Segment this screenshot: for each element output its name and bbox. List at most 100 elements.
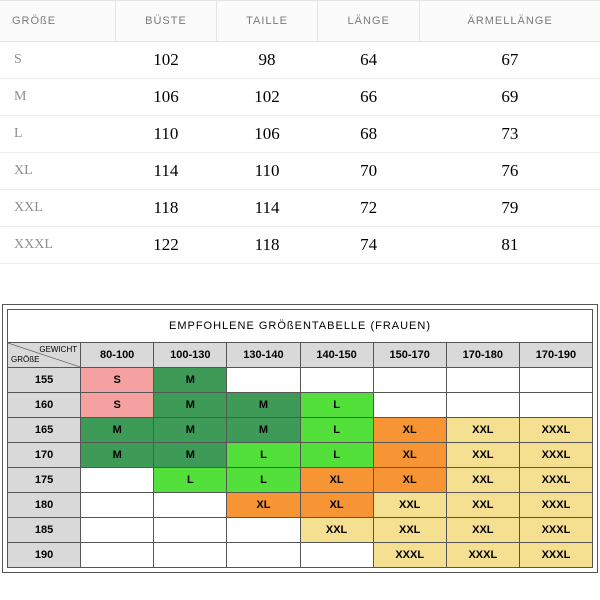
waist-cell: 106	[216, 116, 317, 153]
rec-cell: L	[227, 443, 300, 468]
rec-cell: M	[154, 418, 227, 443]
weight-header: 140-150	[300, 343, 373, 368]
size-cell: XXL	[0, 190, 116, 227]
rec-cell	[300, 368, 373, 393]
weight-header: 80-100	[81, 343, 154, 368]
table-row: XL1141107076	[0, 153, 600, 190]
length-cell: 68	[318, 116, 420, 153]
sleeve-cell: 73	[420, 116, 600, 153]
size-measurements-table: GRÖßE BÜSTE TAILLE LÄNGE ÄRMELLÄNGE S102…	[0, 0, 600, 264]
rec-cell: M	[81, 418, 154, 443]
waist-cell: 110	[216, 153, 317, 190]
weight-header: 170-180	[446, 343, 519, 368]
rec-cell: M	[81, 443, 154, 468]
rec-cell	[154, 518, 227, 543]
table-row: XXL1181147279	[0, 190, 600, 227]
col-bust: BÜSTE	[116, 1, 217, 42]
rec-cell: XL	[373, 468, 446, 493]
rec-cell: XL	[227, 493, 300, 518]
rec-cell	[519, 368, 592, 393]
rec-cell: M	[227, 418, 300, 443]
rec-cell	[81, 468, 154, 493]
rec-corner: GEWICHT GRÖßE	[8, 343, 81, 368]
rec-cell: XXL	[446, 518, 519, 543]
rec-cell	[373, 393, 446, 418]
size-cell: L	[0, 116, 116, 153]
rec-cell: S	[81, 368, 154, 393]
bust-cell: 118	[116, 190, 217, 227]
rec-cell: S	[81, 393, 154, 418]
rec-cell: XXXL	[446, 543, 519, 568]
rec-row: 160SMML	[8, 393, 593, 418]
rec-row: 180XLXLXXLXXLXXXL	[8, 493, 593, 518]
bust-cell: 114	[116, 153, 217, 190]
rec-row: 170MMLLXLXXLXXXL	[8, 443, 593, 468]
size-cell: XXXL	[0, 227, 116, 264]
height-header: 160	[8, 393, 81, 418]
col-size: GRÖßE	[0, 1, 116, 42]
table-header-row: GRÖßE BÜSTE TAILLE LÄNGE ÄRMELLÄNGE	[0, 1, 600, 42]
table-row: L1101066873	[0, 116, 600, 153]
rec-cell: XXXL	[373, 543, 446, 568]
recommended-size-chart: EMPFOHLENE GRÖßENTABELLE (FRAUEN) GEWICH…	[2, 304, 598, 573]
rec-cell	[300, 543, 373, 568]
waist-cell: 98	[216, 42, 317, 79]
rec-cell: L	[300, 443, 373, 468]
sleeve-cell: 69	[420, 79, 600, 116]
rec-cell: XXXL	[519, 543, 592, 568]
height-header: 190	[8, 543, 81, 568]
height-header: 180	[8, 493, 81, 518]
weight-header: 170-190	[519, 343, 592, 368]
rec-cell: XL	[373, 443, 446, 468]
rec-cell	[81, 543, 154, 568]
table-row: S102986467	[0, 42, 600, 79]
rec-cell: L	[227, 468, 300, 493]
rec-cell: XXL	[446, 493, 519, 518]
rec-cell: XXL	[446, 418, 519, 443]
rec-cell	[373, 368, 446, 393]
rec-cell	[446, 368, 519, 393]
rec-cell	[154, 493, 227, 518]
weight-header: 100-130	[154, 343, 227, 368]
length-cell: 70	[318, 153, 420, 190]
bust-cell: 110	[116, 116, 217, 153]
sleeve-cell: 81	[420, 227, 600, 264]
corner-weight-label: GEWICHT	[39, 345, 77, 355]
rec-cell: L	[154, 468, 227, 493]
bust-cell: 102	[116, 42, 217, 79]
rec-cell: XXXL	[519, 468, 592, 493]
rec-cell: XXL	[373, 493, 446, 518]
rec-cell	[154, 543, 227, 568]
rec-row: 165MMMLXLXXLXXXL	[8, 418, 593, 443]
length-cell: 66	[318, 79, 420, 116]
rec-cell: L	[300, 418, 373, 443]
sleeve-cell: 79	[420, 190, 600, 227]
rec-cell: XXL	[446, 443, 519, 468]
corner-height-label: GRÖßE	[11, 355, 39, 365]
size-cell: M	[0, 79, 116, 116]
rec-cell: M	[154, 368, 227, 393]
waist-cell: 118	[216, 227, 317, 264]
rec-cell: XXXL	[519, 493, 592, 518]
length-cell: 72	[318, 190, 420, 227]
waist-cell: 114	[216, 190, 317, 227]
rec-cell	[81, 518, 154, 543]
height-header: 165	[8, 418, 81, 443]
rec-cell: M	[154, 393, 227, 418]
rec-cell	[227, 518, 300, 543]
rec-cell: XXXL	[519, 443, 592, 468]
sleeve-cell: 67	[420, 42, 600, 79]
col-sleeve: ÄRMELLÄNGE	[420, 1, 600, 42]
rec-row: 155SM	[8, 368, 593, 393]
weight-header: 130-140	[227, 343, 300, 368]
rec-cell: M	[154, 443, 227, 468]
rec-cell	[81, 493, 154, 518]
rec-cell: L	[300, 393, 373, 418]
bust-cell: 106	[116, 79, 217, 116]
height-header: 155	[8, 368, 81, 393]
height-header: 185	[8, 518, 81, 543]
rec-cell: XXL	[373, 518, 446, 543]
rec-title: EMPFOHLENE GRÖßENTABELLE (FRAUEN)	[8, 310, 593, 343]
waist-cell: 102	[216, 79, 317, 116]
rec-cell	[446, 393, 519, 418]
